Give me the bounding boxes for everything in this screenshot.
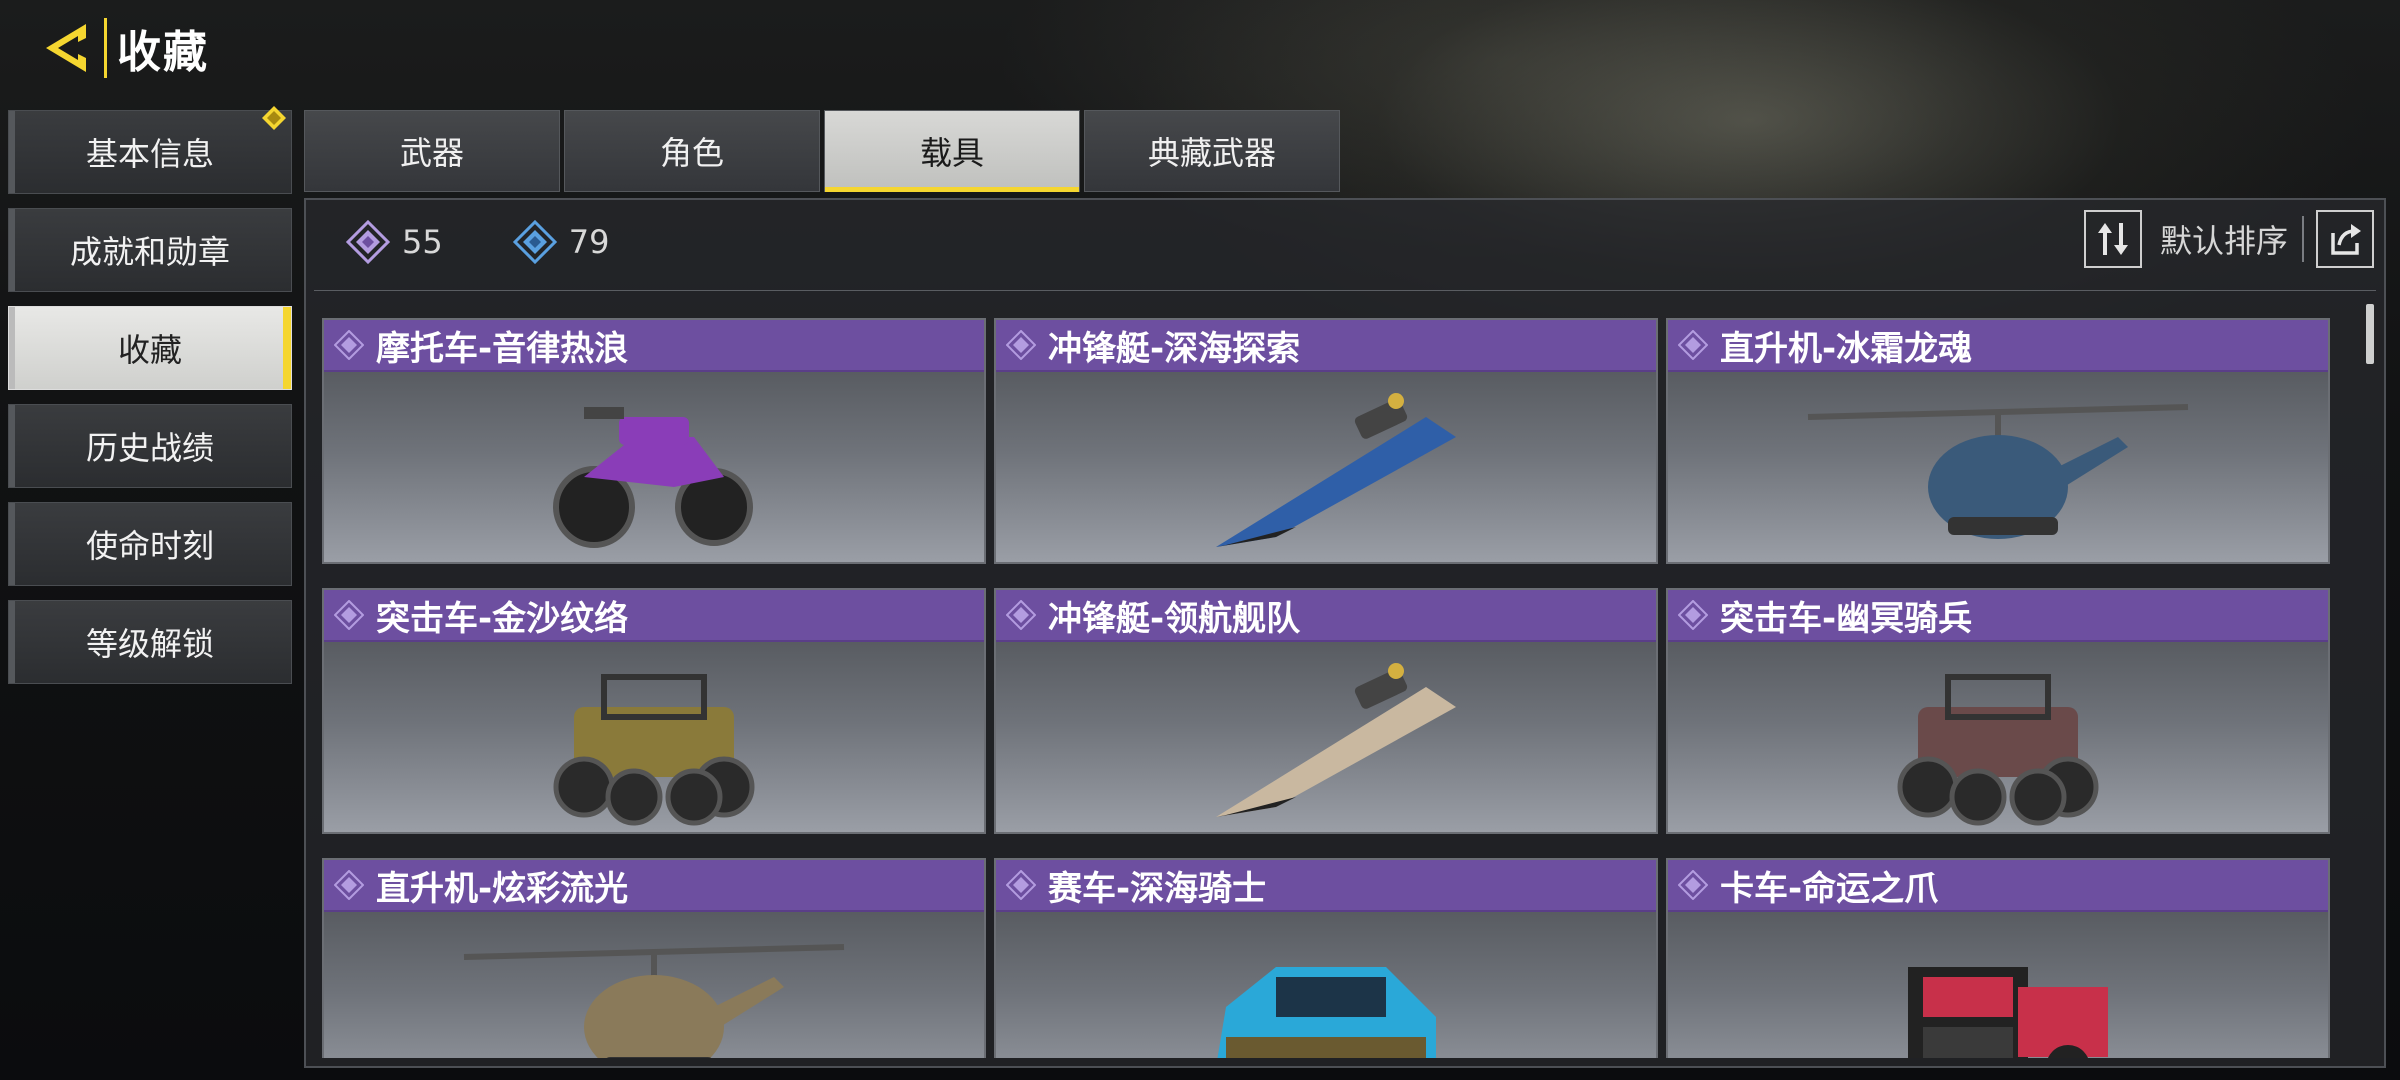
nav-item-label: 等级解锁: [85, 625, 214, 663]
rare-diamond-icon: [512, 220, 557, 264]
nav-item-basic-info[interactable]: 基本信息: [8, 106, 292, 194]
vehicle-name: 卡车-命运之爪: [1720, 868, 1939, 909]
card-header: 冲锋艇-深海探索: [996, 320, 1656, 372]
card-header: 突击车-幽冥骑兵: [1668, 590, 2328, 642]
sort-arrows-icon: [2097, 223, 2128, 255]
tab-legendary-weapons[interactable]: 典藏武器: [1084, 110, 1340, 192]
vehicle-card[interactable]: 突击车-金沙纹络: [322, 588, 986, 834]
rare-count: 79: [512, 220, 610, 264]
nav-item-label: 成就和勋章: [69, 233, 230, 271]
new-badge-icon: [262, 106, 286, 130]
card-header: 直升机-冰霜龙魂: [1668, 320, 2328, 372]
tab-weapons[interactable]: 武器: [304, 110, 560, 192]
vehicle-card[interactable]: 摩托车-音律热浪: [322, 318, 986, 564]
vehicle-grid: 摩托车-音律热浪 冲锋艇-深海探索 直升机-冰霜龙魂 突击车-金沙纹络 冲锋艇-…: [322, 318, 2332, 1058]
page-title: 收藏: [104, 18, 219, 78]
epic-diamond-icon: [334, 870, 364, 900]
racecar-icon: [996, 912, 1656, 1058]
vehicle-name: 直升机-冰霜龙魂: [1720, 328, 1973, 369]
nav-item-label: 基本信息: [85, 135, 214, 173]
card-header: 突击车-金沙纹络: [324, 590, 984, 642]
category-tabs: 武器 角色 载具 典藏武器: [304, 110, 1340, 192]
epic-diamond-icon: [1006, 870, 1036, 900]
epic-diamond-icon: [1678, 600, 1708, 630]
vehicle-card[interactable]: 直升机-炫彩流光: [322, 858, 986, 1058]
vehicle-card[interactable]: 卡车-命运之爪: [1666, 858, 2330, 1058]
card-header: 直升机-炫彩流光: [324, 860, 984, 912]
share-icon: [2331, 224, 2361, 255]
back-button[interactable]: [38, 18, 98, 78]
sort-controls: 默认排序: [2083, 210, 2374, 268]
vehicle-card[interactable]: 直升机-冰霜龙魂: [1666, 318, 2330, 564]
helicopter-icon: [324, 912, 984, 1058]
sort-label[interactable]: 默认排序: [2160, 216, 2304, 262]
vehicle-card[interactable]: 冲锋艇-领航舰队: [994, 588, 1658, 834]
vehicle-name: 直升机-炫彩流光: [376, 868, 629, 909]
vehicle-card[interactable]: 冲锋艇-深海探索: [994, 318, 1658, 564]
vehicle-name: 冲锋艇-领航舰队: [1048, 598, 1301, 639]
scrollbar[interactable]: [2366, 304, 2374, 364]
truck-icon: [1668, 912, 2328, 1058]
nav-item-level-unlock[interactable]: 等级解锁: [8, 600, 292, 684]
card-header: 冲锋艇-领航舰队: [996, 590, 1656, 642]
vehicle-name: 摩托车-音律热浪: [376, 328, 629, 369]
collection-panel: 55 79 默认排序 摩托车-音律热浪 冲锋艇-深海探索 直升机-冰霜龙魂 突击…: [304, 198, 2386, 1068]
nav-item-label: 收藏: [117, 331, 182, 369]
motorcycle-icon: [324, 372, 984, 562]
vehicle-name: 赛车-深海骑士: [1048, 868, 1267, 909]
epic-count-value: 55: [402, 223, 443, 261]
epic-diamond-icon: [334, 330, 364, 360]
card-header: 卡车-命运之爪: [1668, 860, 2328, 912]
epic-diamond-icon: [1678, 330, 1708, 360]
buggy-icon: [324, 642, 984, 832]
epic-diamond-icon: [1006, 330, 1036, 360]
epic-diamond-icon: [334, 600, 364, 630]
sort-button[interactable]: [2083, 210, 2142, 268]
buggy-icon: [1668, 642, 2328, 832]
share-button[interactable]: [2316, 210, 2374, 268]
card-header: 赛车-深海骑士: [996, 860, 1656, 912]
vehicle-name: 突击车-金沙纹络: [376, 598, 629, 639]
back-arrow-icon: [46, 24, 86, 72]
rarity-counts: 55 79: [346, 220, 609, 264]
tab-characters[interactable]: 角色: [564, 110, 820, 192]
tab-vehicles[interactable]: 载具: [824, 110, 1080, 192]
helicopter-icon: [1668, 372, 2328, 562]
epic-diamond-icon: [346, 220, 390, 264]
nav-item-mission-moments[interactable]: 使命时刻: [8, 502, 292, 586]
side-nav: 基本信息 成就和勋章 收藏 历史战绩 使命时刻 等级解锁: [8, 106, 292, 698]
nav-item-history[interactable]: 历史战绩: [8, 404, 292, 488]
vehicle-card[interactable]: 突击车-幽冥骑兵: [1666, 588, 2330, 834]
speedboat-icon: [996, 372, 1656, 562]
nav-item-collection[interactable]: 收藏: [8, 306, 292, 390]
nav-item-label: 使命时刻: [85, 527, 214, 565]
speedboat-icon: [996, 642, 1656, 832]
vehicle-name: 突击车-幽冥骑兵: [1720, 598, 1973, 639]
rare-count-value: 79: [568, 223, 610, 261]
nav-item-label: 历史战绩: [85, 429, 214, 467]
panel-divider: [314, 290, 2376, 291]
vehicle-card[interactable]: 赛车-深海骑士: [994, 858, 1658, 1058]
epic-count: 55: [346, 220, 443, 264]
epic-diamond-icon: [1006, 600, 1036, 630]
vehicle-name: 冲锋艇-深海探索: [1048, 328, 1301, 369]
epic-diamond-icon: [1678, 870, 1708, 900]
card-header: 摩托车-音律热浪: [324, 320, 984, 372]
nav-item-achievements[interactable]: 成就和勋章: [8, 208, 292, 292]
